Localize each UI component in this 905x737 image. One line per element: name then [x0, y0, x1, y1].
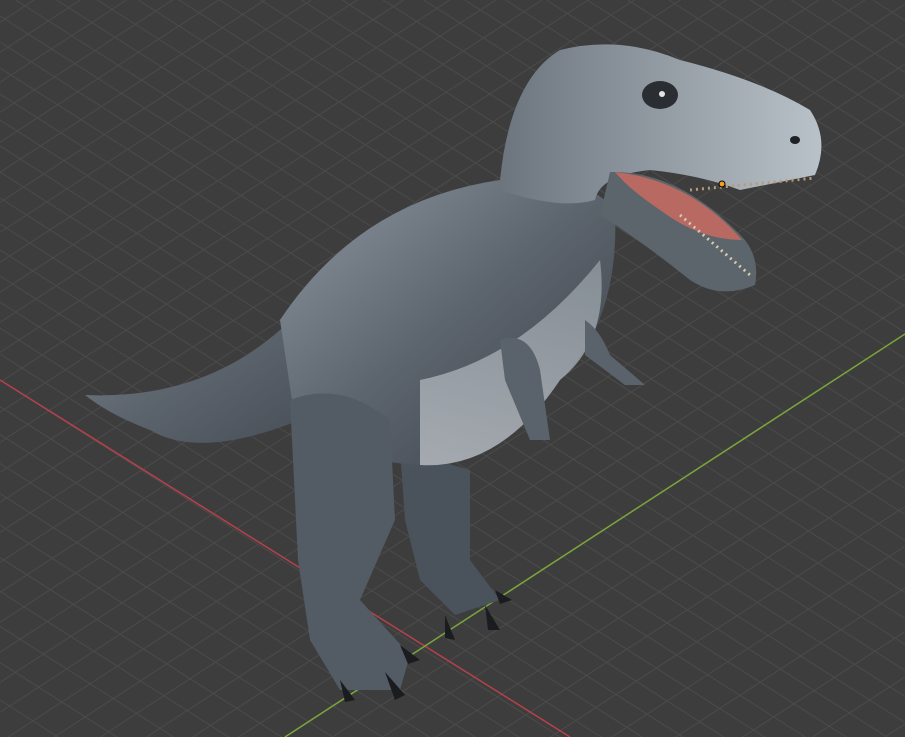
3d-viewport[interactable] — [0, 0, 905, 737]
viewport-canvas[interactable] — [0, 0, 905, 737]
eye-highlight — [659, 91, 665, 97]
object-origin-dot — [718, 180, 726, 188]
nostril — [790, 136, 800, 144]
